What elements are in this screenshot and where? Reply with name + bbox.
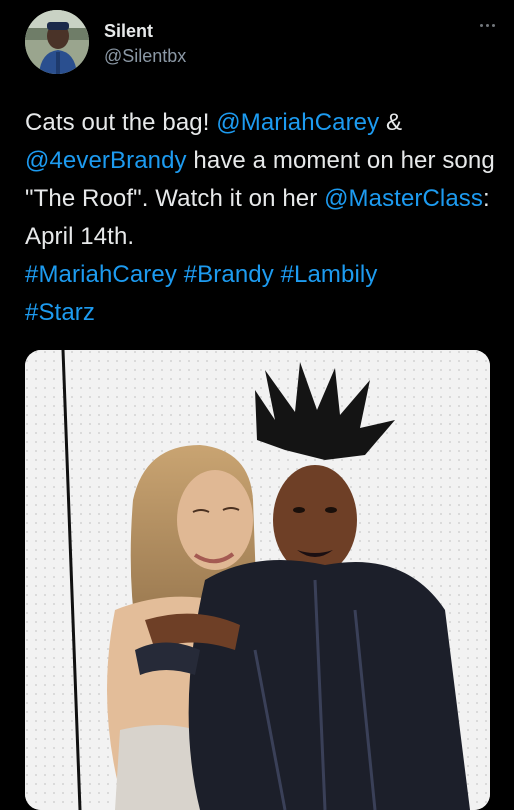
- hashtag-link-lambily[interactable]: #Lambily: [281, 261, 378, 288]
- mention-link-mariahcarey[interactable]: @MariahCarey: [216, 109, 379, 136]
- tweet-text: Cats out the bag! @MariahCarey & @4everB…: [25, 104, 495, 332]
- author-handle[interactable]: @Silentbx: [104, 44, 186, 68]
- profile-avatar-icon: [25, 10, 89, 74]
- tweet-photo[interactable]: [25, 350, 490, 810]
- tweet[interactable]: Silent @Silentbx Cats out the bag! @Mari…: [0, 0, 514, 810]
- photo-image: [25, 350, 490, 810]
- author-info: Silent @Silentbx: [104, 20, 186, 68]
- author-avatar[interactable]: [25, 10, 89, 74]
- tweet-text-segment: &: [379, 109, 403, 136]
- mention-link-masterclass[interactable]: @MasterClass: [324, 185, 483, 212]
- author-display-name[interactable]: Silent: [104, 20, 186, 42]
- hashtag-link-brandy[interactable]: #Brandy: [184, 261, 274, 288]
- tweet-text-segment: Cats out the bag!: [25, 109, 217, 136]
- more-options-icon[interactable]: [474, 16, 500, 34]
- mention-link-4everbrandy[interactable]: @4everBrandy: [25, 147, 187, 174]
- hashtag-link-mariahcarey[interactable]: #MariahCarey: [25, 261, 177, 288]
- hashtag-link-starz[interactable]: #Starz: [25, 299, 95, 326]
